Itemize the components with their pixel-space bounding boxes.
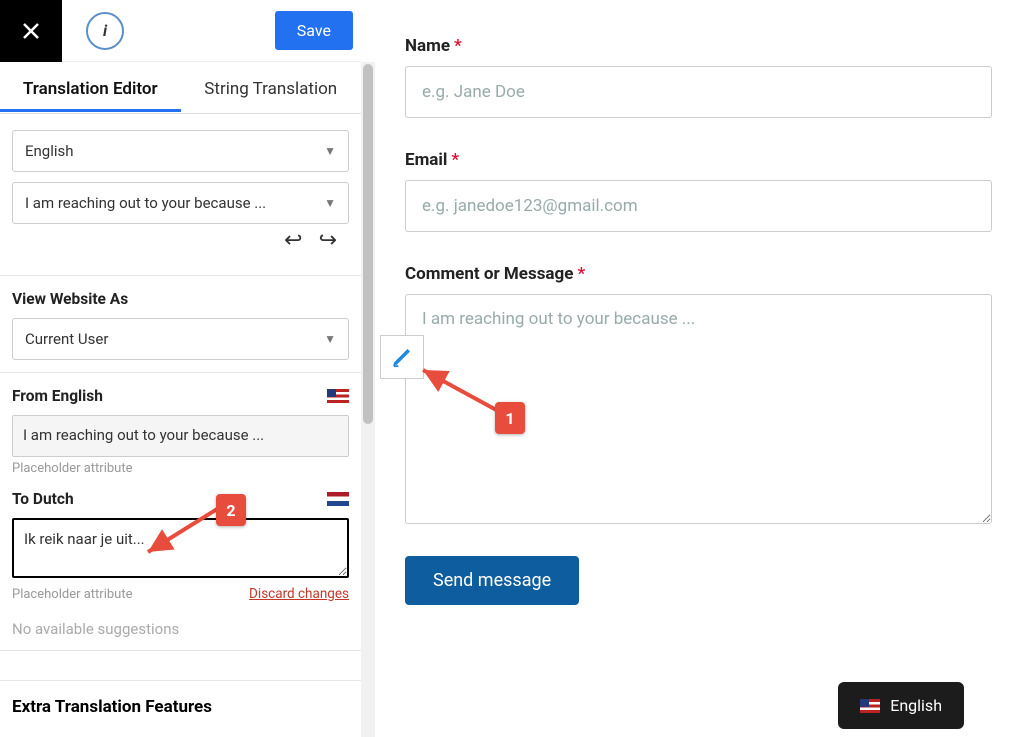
tab-translation-editor[interactable]: Translation Editor	[0, 67, 181, 111]
annotation-arrow-1	[415, 362, 505, 422]
pencil-icon	[391, 346, 413, 368]
annotation-callout-1: 1	[495, 402, 525, 434]
name-input[interactable]	[405, 66, 992, 118]
name-label-text: Name	[405, 36, 450, 56]
language-switcher-label: English	[890, 696, 942, 715]
save-button[interactable]: Save	[275, 11, 353, 50]
sidebar-tabs: Translation Editor String Translation	[0, 64, 361, 114]
close-icon	[19, 19, 43, 43]
chevron-down-icon: ▼	[324, 144, 336, 158]
undo-button[interactable]: ↪	[284, 228, 302, 253]
chevron-down-icon: ▼	[324, 332, 336, 346]
view-as-label: View Website As	[12, 290, 128, 308]
message-label: Comment or Message*	[405, 264, 992, 284]
source-string-value: I am reaching out to your because ...	[25, 194, 266, 212]
to-label: To Dutch	[12, 490, 74, 508]
discard-changes-link[interactable]: Discard changes	[249, 586, 349, 602]
redo-button[interactable]: ↪	[319, 228, 337, 253]
info-button[interactable]: i	[86, 12, 124, 50]
source-string-dropdown[interactable]: I am reaching out to your because ... ▼	[12, 182, 349, 224]
close-button[interactable]	[0, 0, 62, 62]
sidebar-scrollbar[interactable]	[361, 62, 375, 737]
us-flag-icon	[860, 699, 880, 713]
email-label: Email*	[405, 150, 992, 170]
us-flag-icon	[327, 389, 349, 403]
required-asterisk: *	[454, 36, 462, 56]
source-language-value: English	[25, 142, 74, 160]
history-controls: ↪ ↪	[12, 228, 349, 263]
tab-string-translation[interactable]: String Translation	[181, 67, 362, 111]
from-label: From English	[12, 387, 103, 405]
sidebar-topbar: i Save	[0, 0, 361, 62]
annotation-callout-2: 2	[216, 494, 246, 526]
view-as-value: Current User	[25, 330, 108, 348]
chevron-down-icon: ▼	[324, 196, 336, 210]
send-message-button[interactable]: Send message	[405, 556, 579, 605]
to-hint: Placeholder attribute	[12, 587, 132, 602]
email-input[interactable]	[405, 180, 992, 232]
email-label-text: Email	[405, 150, 447, 170]
required-asterisk: *	[451, 150, 459, 170]
nl-flag-icon	[327, 492, 349, 506]
name-label: Name*	[405, 36, 992, 56]
info-icon: i	[103, 21, 107, 40]
extra-features-heading: Extra Translation Features	[0, 681, 361, 717]
no-suggestions-text: No available suggestions	[12, 620, 349, 638]
message-label-text: Comment or Message	[405, 264, 573, 284]
source-language-dropdown[interactable]: English ▼	[12, 130, 349, 172]
language-switcher[interactable]: English	[838, 682, 964, 729]
view-as-dropdown[interactable]: Current User ▼	[12, 318, 349, 360]
from-text-readonly: I am reaching out to your because ...	[12, 415, 349, 457]
required-asterisk: *	[577, 264, 585, 284]
from-section: From English I am reaching out to your b…	[0, 373, 361, 480]
source-selectors: English ▼ I am reaching out to your beca…	[0, 114, 361, 276]
scrollbar-thumb[interactable]	[363, 64, 373, 424]
from-hint: Placeholder attribute	[12, 461, 132, 476]
translation-sidebar: i Save Translation Editor String Transla…	[0, 0, 361, 737]
view-as-section: View Website As Current User ▼	[0, 276, 361, 373]
